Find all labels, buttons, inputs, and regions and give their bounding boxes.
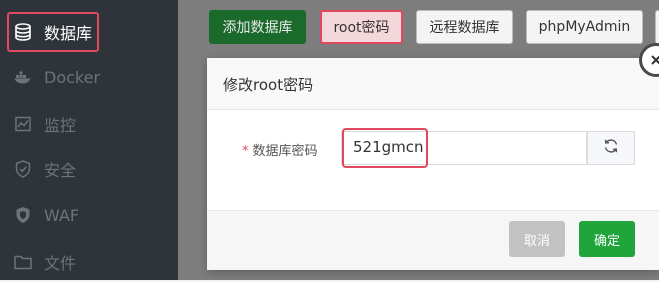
dialog-header: 修改root密码 xyxy=(207,58,659,110)
sidebar-item-label: 监控 xyxy=(44,116,77,135)
root-password-button[interactable]: root密码 xyxy=(320,10,403,44)
waf-shield-icon xyxy=(14,206,32,224)
password-label-text: 数据库密码 xyxy=(252,144,318,159)
phpmyadmin-label: phpMyAdmin xyxy=(538,19,631,35)
sidebar-item-files[interactable]: 文件 xyxy=(0,242,178,282)
remote-database-button[interactable]: 远程数据库 xyxy=(416,10,513,44)
folder-icon xyxy=(14,253,32,271)
add-database-button[interactable]: 添加数据库 xyxy=(209,10,306,44)
remote-database-label: 远程数据库 xyxy=(429,20,500,36)
sidebar-item-security[interactable]: 安全 xyxy=(0,149,178,189)
sidebar-item-waf[interactable]: WAF xyxy=(0,195,178,235)
sidebar: 数据库 Docker 监控 安全 WAF 文件 xyxy=(0,0,178,280)
required-mark: * xyxy=(242,144,249,159)
highlight-box-password xyxy=(342,128,428,168)
refresh-icon xyxy=(603,138,619,158)
sidebar-item-label: 文件 xyxy=(44,254,77,273)
root-password-label: root密码 xyxy=(333,20,390,36)
change-root-password-dialog: 修改root密码 * 数据库密码 521gmcn 取消 确定 xyxy=(207,58,659,270)
add-database-label: 添加数据库 xyxy=(222,20,293,36)
confirm-button[interactable]: 确定 xyxy=(579,221,635,257)
dialog-title: 修改root密码 xyxy=(223,76,314,94)
sidebar-item-label: WAF xyxy=(44,205,80,225)
sidebar-item-monitor[interactable]: 监控 xyxy=(0,104,178,144)
generate-password-button[interactable] xyxy=(587,131,635,165)
toolbar-overflow-button[interactable] xyxy=(655,10,659,44)
phpmyadmin-button[interactable]: phpMyAdmin xyxy=(526,10,643,44)
confirm-label: 确定 xyxy=(593,233,620,249)
sidebar-item-docker[interactable]: Docker xyxy=(0,57,178,97)
highlight-box-database xyxy=(7,12,99,52)
docker-icon xyxy=(14,68,32,86)
sidebar-item-label: 安全 xyxy=(44,161,77,180)
password-field-label: * 数据库密码 xyxy=(242,140,318,159)
close-icon xyxy=(650,51,659,70)
sidebar-item-label: Docker xyxy=(44,67,101,87)
cancel-button[interactable]: 取消 xyxy=(509,221,565,257)
monitor-icon xyxy=(14,115,32,133)
cancel-label: 取消 xyxy=(523,233,550,249)
shield-icon xyxy=(14,160,32,178)
